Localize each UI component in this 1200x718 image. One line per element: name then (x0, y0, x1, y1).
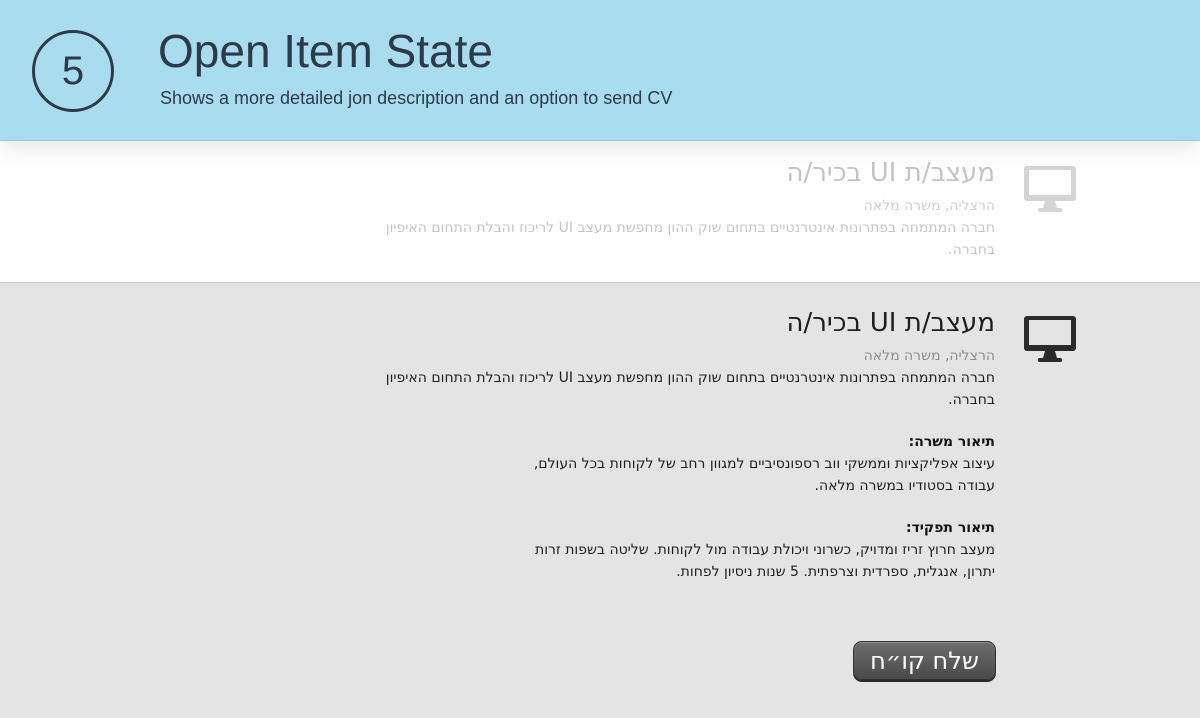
role-description-heading: תיאור תפקיד: (905, 520, 995, 536)
job-location-type: הרצליה, משרה מלאה (863, 348, 995, 364)
header-banner: 5 Open Item State Shows a more detailed … (0, 0, 1200, 141)
job-title: מעצב/ת UI בכיר/ה (786, 158, 996, 188)
job-list-item-collapsed[interactable]: מעצב/ת UI בכיר/ה הרצליה, משרה מלאה חברה … (0, 141, 1200, 283)
job-description-line: עבודה בסטודיו במשרה מלאה. (814, 478, 995, 494)
job-description-line: עיצוב אפליקציות וממשקי ווב רספונסיביים ל… (533, 456, 995, 472)
job-title: מעצב/ת UI בכיר/ה (786, 308, 996, 338)
job-details: מעצב/ת UI בכיר/ה הרצליה, משרה מלאה חברה … (375, 305, 995, 583)
job-summary: מעצב/ת UI בכיר/ה הרצליה, משרה מלאה חברה … (375, 155, 995, 261)
role-description-line: מעצב חרוץ זריז ומדויק, כשרוני ויכולת עבו… (535, 542, 995, 558)
role-description-line: יתרון, אנגלית, ספרדית וצרפתית. 5 שנות ני… (676, 564, 995, 580)
step-number: 5 (61, 48, 85, 93)
monitor-icon (1024, 166, 1076, 212)
job-list-item-open: מעצב/ת UI בכיר/ה הרצליה, משרה מלאה חברה … (0, 283, 1200, 718)
page-subtitle: Shows a more detailed jon description an… (160, 88, 673, 108)
step-number-badge: 5 (32, 30, 114, 112)
job-short-description: חברה המתמחה בפתרונות אינטרנטיים בתחום שו… (385, 370, 995, 408)
page-title: Open Item State (158, 25, 493, 77)
send-cv-button[interactable]: שלח קו״ח (853, 641, 996, 680)
monitor-icon (1024, 316, 1076, 362)
job-description-heading: תיאור משרה: (908, 434, 995, 450)
job-location-type: הרצליה, משרה מלאה (863, 198, 995, 214)
job-short-description: חברה המתמחה בפתרונות אינטרנטיים בתחום שו… (385, 220, 995, 258)
